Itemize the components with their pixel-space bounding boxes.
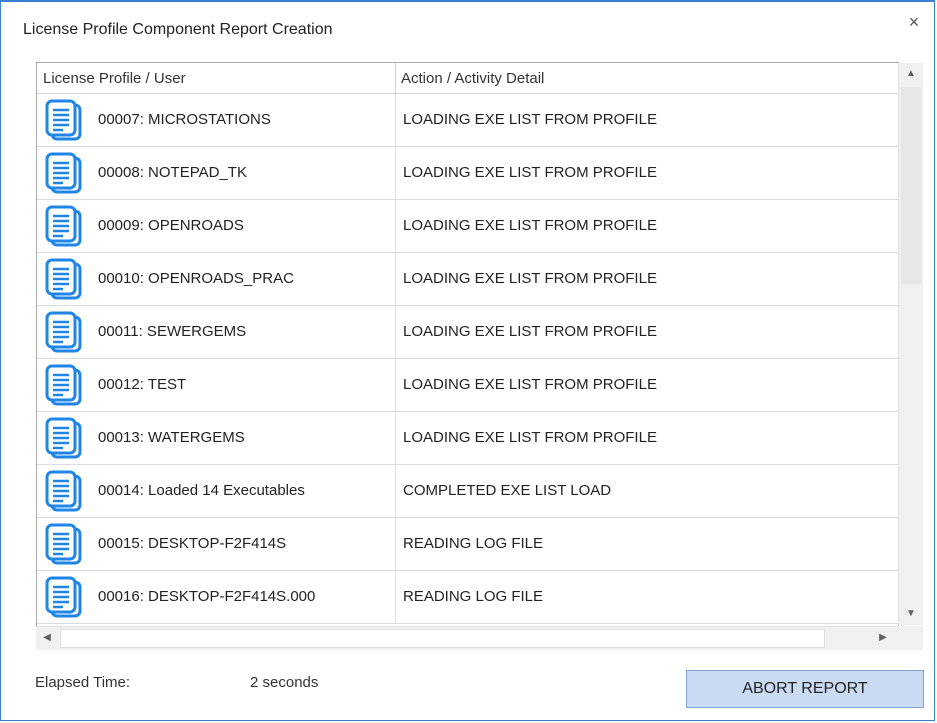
table-row[interactable]: 00008: NOTEPAD_TK LOADING EXE LIST FROM P… xyxy=(37,147,898,200)
table-row[interactable]: 00016: DESKTOP-F2F414S.000 READING LOG FI… xyxy=(37,571,898,624)
profile-cell: 00016: DESKTOP-F2F414S.000 xyxy=(37,571,396,623)
document-icon xyxy=(45,311,85,354)
document-icon xyxy=(45,417,85,460)
profile-label: 00015: DESKTOP-F2F414S xyxy=(98,535,287,552)
table-row[interactable]: 00011: SEWERGEMS LOADING EXE LIST FROM PR… xyxy=(37,306,898,359)
activity-grid: License Profile / User Action / Activity… xyxy=(36,62,899,650)
profile-cell: 00010: OPENROADS_PRAC xyxy=(37,253,396,305)
profile-label: 00008: NOTEPAD_TK xyxy=(98,164,247,181)
action-cell: READING LOG FILE xyxy=(403,588,544,605)
profile-cell: 00012: TEST xyxy=(37,359,396,411)
profile-cell: 00014: Loaded 14 Executables xyxy=(37,465,396,517)
report-dialog: License Profile Component Report Creatio… xyxy=(0,0,935,721)
document-icon xyxy=(45,258,85,301)
document-icon xyxy=(45,152,85,195)
table-row[interactable]: 00013: WATERGEMS LOADING EXE LIST FROM PR… xyxy=(37,412,898,465)
action-cell: LOADING EXE LIST FROM PROFILE xyxy=(403,217,657,234)
document-icon xyxy=(45,364,85,407)
document-icon xyxy=(45,576,85,619)
profile-label: 00014: Loaded 14 Executables xyxy=(98,482,305,499)
action-cell: LOADING EXE LIST FROM PROFILE xyxy=(403,376,657,393)
elapsed-time-label: Elapsed Time: xyxy=(35,674,131,691)
abort-report-button[interactable]: ABORT REPORT xyxy=(686,670,924,708)
table-row[interactable]: 00009: OPENROADS LOADING EXE LIST FROM PR… xyxy=(37,200,898,253)
horizontal-scrollbar[interactable]: ◀ ▶ xyxy=(36,626,898,650)
document-icon xyxy=(45,205,85,248)
action-cell: LOADING EXE LIST FROM PROFILE xyxy=(403,111,657,128)
action-cell: LOADING EXE LIST FROM PROFILE xyxy=(403,429,657,446)
document-icon xyxy=(45,99,85,142)
column-header-action[interactable]: Action / Activity Detail xyxy=(396,63,898,93)
elapsed-time-value: 2 seconds xyxy=(250,674,319,691)
action-cell: LOADING EXE LIST FROM PROFILE xyxy=(403,323,657,340)
table-row[interactable]: 00015: DESKTOP-F2F414S READING LOG FILE xyxy=(37,518,898,571)
vertical-scrollbar[interactable]: ▲ ▼ xyxy=(898,63,923,625)
document-icon xyxy=(45,523,85,566)
profile-cell: 00013: WATERGEMS xyxy=(37,412,396,464)
profile-cell: 00007: MICROSTATIONS xyxy=(37,94,396,146)
vertical-scroll-thumb[interactable] xyxy=(901,87,921,284)
profile-cell: 00015: DESKTOP-F2F414S xyxy=(37,518,396,570)
scroll-right-icon[interactable]: ▶ xyxy=(872,627,894,649)
scroll-up-icon[interactable]: ▲ xyxy=(899,63,923,85)
profile-label: 00012: TEST xyxy=(98,376,187,393)
horizontal-scroll-thumb[interactable] xyxy=(60,629,825,648)
grid-header: License Profile / User Action / Activity… xyxy=(37,63,898,94)
scroll-left-icon[interactable]: ◀ xyxy=(36,627,58,649)
dialog-title: License Profile Component Report Creatio… xyxy=(23,21,333,38)
document-icon xyxy=(45,470,85,513)
scroll-down-icon[interactable]: ▼ xyxy=(899,603,923,625)
table-row[interactable]: 00012: TEST LOADING EXE LIST FROM PROFILE xyxy=(37,359,898,412)
profile-label: 00007: MICROSTATIONS xyxy=(98,111,271,128)
close-icon[interactable]: × xyxy=(904,12,924,32)
profile-label: 00010: OPENROADS_PRAC xyxy=(98,270,294,287)
scrollbar-corner xyxy=(898,626,923,650)
profile-cell: 00009: OPENROADS xyxy=(37,200,396,252)
action-cell: READING LOG FILE xyxy=(403,535,544,552)
column-header-profile[interactable]: License Profile / User xyxy=(37,63,396,93)
table-row[interactable]: 00007: MICROSTATIONS LOADING EXE LIST FRO… xyxy=(37,94,898,147)
action-cell: COMPLETED EXE LIST LOAD xyxy=(403,482,612,499)
profile-cell: 00011: SEWERGEMS xyxy=(37,306,396,358)
profile-cell: 00008: NOTEPAD_TK xyxy=(37,147,396,199)
table-row[interactable]: 00010: OPENROADS_PRAC LOADING EXE LIST FR… xyxy=(37,253,898,306)
profile-label: 00013: WATERGEMS xyxy=(98,429,245,446)
action-cell: LOADING EXE LIST FROM PROFILE xyxy=(403,164,657,181)
profile-label: 00011: SEWERGEMS xyxy=(98,323,247,340)
table-row[interactable]: 00014: Loaded 14 Executables COMPLETED EX… xyxy=(37,465,898,518)
grid-rows: 00007: MICROSTATIONS LOADING EXE LIST FRO… xyxy=(37,94,898,624)
profile-label: 00016: DESKTOP-F2F414S.000 xyxy=(98,588,316,605)
action-cell: LOADING EXE LIST FROM PROFILE xyxy=(403,270,657,287)
profile-label: 00009: OPENROADS xyxy=(98,217,244,234)
